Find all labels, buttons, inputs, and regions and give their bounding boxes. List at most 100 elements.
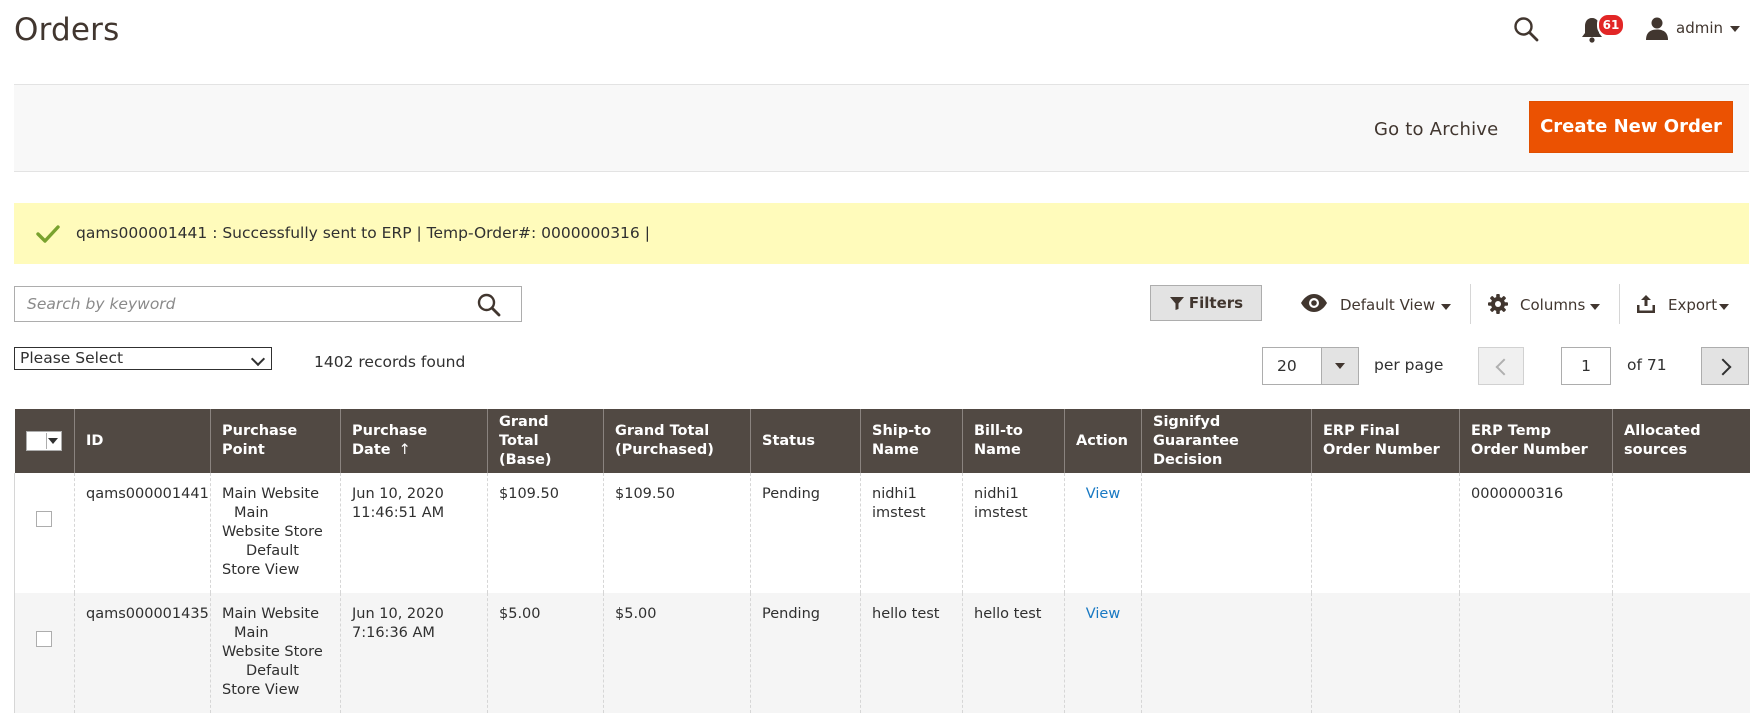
column-header-signifyd[interactable]: Signifyd Guarantee Decision: [1141, 409, 1312, 473]
chevron-right-icon: [1714, 358, 1732, 376]
table-row[interactable]: qams000001435 Main Website Main Website …: [14, 593, 1750, 713]
row-checkbox[interactable]: [36, 631, 52, 647]
default-view-dropdown[interactable]: Default View: [1340, 296, 1435, 314]
checkbox[interactable]: [27, 433, 47, 449]
cell-bill-to: hello test: [962, 593, 1065, 713]
column-header-grand-total-base[interactable]: Grand Total (Base): [487, 409, 604, 473]
upload-icon[interactable]: [1636, 294, 1656, 314]
cell-allocated: [1612, 473, 1750, 593]
cell-erp-final: [1311, 473, 1460, 593]
previous-page-button[interactable]: [1478, 347, 1524, 385]
search-input[interactable]: [15, 287, 499, 321]
purchase-date: Jun 10, 2020: [352, 486, 444, 502]
purchase-point-store: Main Website Store: [222, 625, 323, 660]
cell-ship-to: nidhi1 imstest: [860, 473, 963, 593]
per-page-label: per page: [1374, 356, 1444, 374]
table-row[interactable]: qams000001441 Main Website Main Website …: [14, 473, 1750, 593]
keyword-search: [14, 286, 522, 322]
cell-erp-final: [1311, 593, 1460, 713]
row-select-cell: [14, 473, 75, 593]
go-to-archive-button[interactable]: Go to Archive: [1360, 110, 1512, 150]
columns-dropdown[interactable]: Columns: [1520, 296, 1585, 314]
per-page-select[interactable]: 20: [1262, 347, 1359, 385]
chevron-down-icon[interactable]: [1730, 26, 1740, 32]
chevron-down-icon[interactable]: [1719, 304, 1729, 310]
search-icon[interactable]: [475, 291, 503, 319]
purchase-point-store: Main Website Store: [222, 505, 323, 540]
cell-signifyd: [1141, 593, 1312, 713]
orders-grid: ID Purchase Point Purchase Date ↑ Grand T…: [14, 409, 1750, 713]
per-page-toggle[interactable]: [1321, 348, 1358, 384]
table-header-row: ID Purchase Point Purchase Date ↑ Grand T…: [14, 409, 1750, 473]
row-checkbox[interactable]: [36, 511, 52, 527]
cell-grand-total-base: $109.50: [487, 473, 604, 593]
purchase-time: 7:16:36 AM: [352, 625, 435, 641]
cell-purchase-date: Jun 10, 2020 11:46:51 AM: [340, 473, 488, 593]
column-header-action: Action: [1064, 409, 1142, 473]
column-header-id[interactable]: ID: [74, 409, 211, 473]
notification-badge[interactable]: 61: [1597, 13, 1625, 37]
cell-bill-to: nidhi1 imstest: [962, 473, 1065, 593]
records-count: 1402 records found: [314, 353, 466, 371]
column-header-erp-final[interactable]: ERP Final Order Number: [1311, 409, 1460, 473]
cell-grand-total-base: $5.00: [487, 593, 604, 713]
page-title: Orders: [14, 12, 120, 48]
check-icon: [36, 225, 60, 243]
cell-status: Pending: [750, 473, 861, 593]
column-header-erp-temp[interactable]: ERP Temp Order Number: [1459, 409, 1613, 473]
column-header-purchase-date[interactable]: Purchase Date ↑: [340, 409, 488, 473]
view-order-link[interactable]: View: [1086, 606, 1120, 622]
current-page-input[interactable]: 1: [1561, 347, 1611, 385]
cell-id: qams000001435: [74, 593, 211, 713]
chevron-down-icon[interactable]: [1441, 304, 1451, 310]
user-icon[interactable]: [1645, 16, 1669, 40]
per-page-value: 20: [1277, 357, 1297, 375]
column-header-ship-to[interactable]: Ship-to Name: [860, 409, 963, 473]
chevron-down-icon[interactable]: [1590, 304, 1600, 310]
gear-icon[interactable]: [1488, 294, 1508, 314]
column-header-grand-total-purchased[interactable]: Grand Total (Purchased): [603, 409, 751, 473]
cell-ship-to: hello test: [860, 593, 963, 713]
cell-purchase-point: Main Website Main Website Store Default …: [210, 473, 341, 593]
column-header-status[interactable]: Status: [750, 409, 861, 473]
cell-erp-temp: [1459, 593, 1613, 713]
sort-ascending-icon: ↑: [398, 442, 411, 458]
user-name[interactable]: admin: [1676, 19, 1723, 37]
purchase-point-store-view: Default Store View: [222, 663, 300, 698]
filters-button[interactable]: Filters: [1150, 285, 1262, 321]
column-header-bill-to[interactable]: Bill-to Name: [962, 409, 1065, 473]
purchase-date: Jun 10, 2020: [352, 606, 444, 622]
toolbar-divider: [1619, 284, 1620, 324]
chevron-down-icon: [250, 351, 266, 367]
chevron-down-icon: [1335, 363, 1345, 369]
select-all-header[interactable]: [14, 409, 75, 473]
filters-label: Filters: [1188, 294, 1244, 312]
export-dropdown[interactable]: Export: [1668, 296, 1717, 314]
chevron-left-icon: [1495, 358, 1513, 376]
column-header-allocated[interactable]: Allocated sources: [1612, 409, 1750, 473]
funnel-icon: [1169, 297, 1184, 310]
cell-erp-temp: 0000000316: [1459, 473, 1613, 593]
chevron-down-icon[interactable]: [47, 438, 58, 444]
purchase-time: 11:46:51 AM: [352, 505, 445, 521]
cell-action: View: [1064, 473, 1142, 593]
cell-purchase-date: Jun 10, 2020 7:16:36 AM: [340, 593, 488, 713]
cell-signifyd: [1141, 473, 1312, 593]
view-order-link[interactable]: View: [1086, 486, 1120, 502]
column-header-purchase-point[interactable]: Purchase Point: [210, 409, 341, 473]
cell-action: View: [1064, 593, 1142, 713]
total-pages-label: of 71: [1627, 356, 1667, 374]
next-page-button[interactable]: [1701, 347, 1749, 385]
eye-icon[interactable]: [1300, 294, 1328, 312]
cell-status: Pending: [750, 593, 861, 713]
create-new-order-button[interactable]: Create New Order: [1529, 101, 1733, 153]
mass-action-selected: Please Select: [20, 349, 124, 367]
cell-id: qams000001441: [74, 473, 211, 593]
cell-allocated: [1612, 593, 1750, 713]
toolbar-divider: [1470, 284, 1471, 324]
success-message-text: qams000001441 : Successfully sent to ERP…: [76, 224, 650, 242]
select-all-checkbox[interactable]: [25, 431, 62, 451]
mass-action-select[interactable]: Please Select: [14, 347, 272, 370]
cell-grand-total-purchased: $5.00: [603, 593, 751, 713]
search-icon[interactable]: [1512, 15, 1540, 43]
